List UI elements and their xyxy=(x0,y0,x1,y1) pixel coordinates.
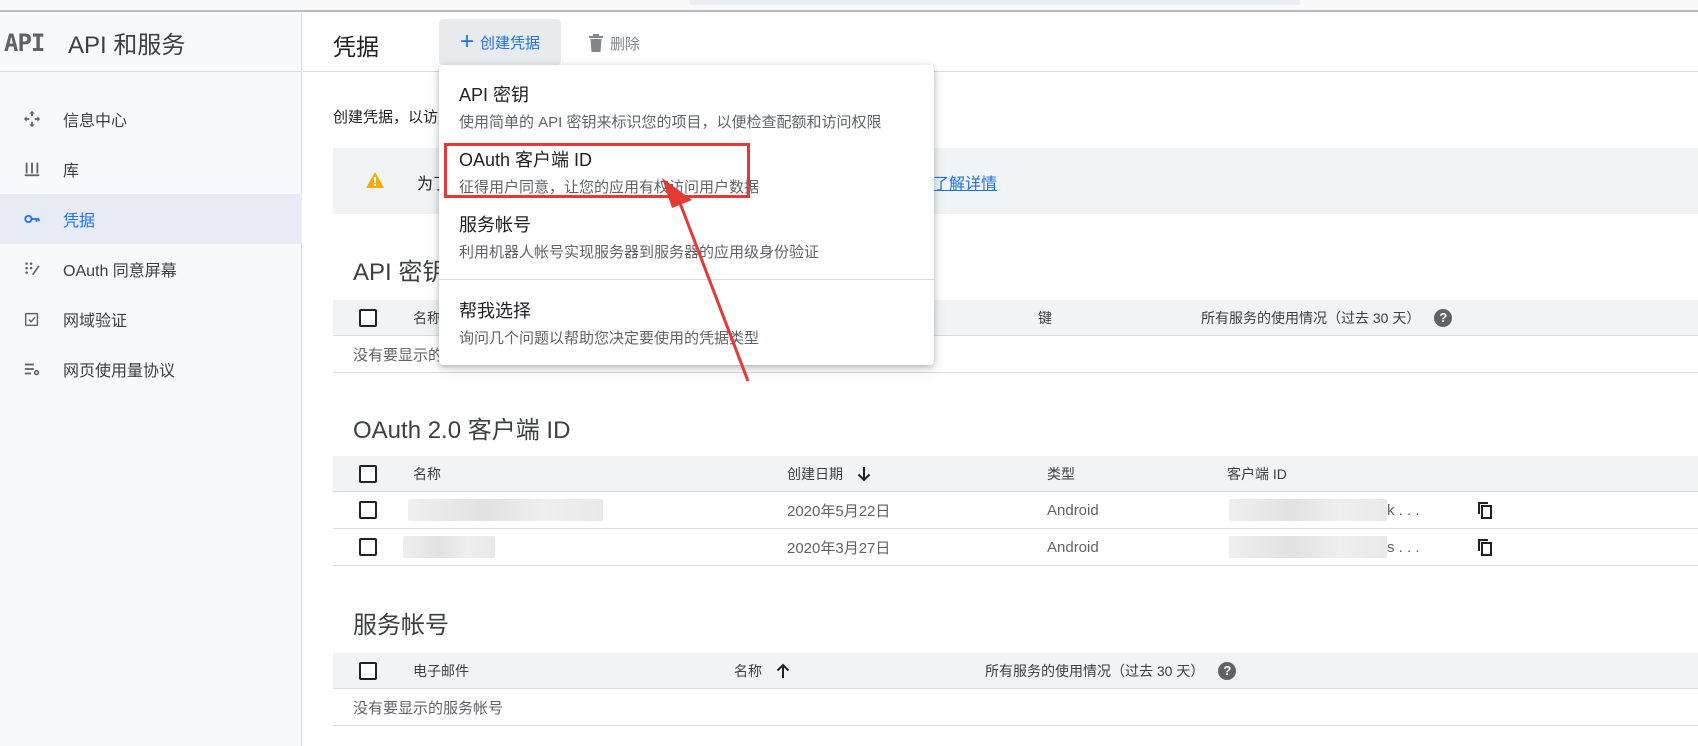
oauth-table-header: 名称 创建日期 类型 客户端 ID xyxy=(333,456,1698,492)
sidebar-brand: API API 和服务 xyxy=(0,14,302,72)
table-row[interactable]: 2020年3月27日 Android s . . . xyxy=(333,529,1698,566)
service-accounts-section-title: 服务帐号 xyxy=(353,612,449,639)
column-type: 类型 xyxy=(1047,465,1075,482)
key-icon xyxy=(0,210,63,228)
sidebar-item-label: 网页使用量协议 xyxy=(63,363,176,380)
sidebar-item-oauth-consent[interactable]: OAuth 同意屏幕 xyxy=(0,244,302,294)
column-usage: 所有服务的使用情况（过去 30 天） xyxy=(985,662,1205,679)
plus-icon: + xyxy=(459,28,474,55)
arrow-up-icon xyxy=(776,663,790,678)
column-name[interactable]: 名称 xyxy=(413,300,441,335)
copy-icon[interactable] xyxy=(1475,492,1495,528)
created-date: 2020年3月27日 xyxy=(787,539,891,557)
trash-icon xyxy=(589,34,603,52)
api-logo: API xyxy=(4,28,45,57)
browser-top-strip xyxy=(0,0,1698,12)
sidebar-item-dashboard[interactable]: 信息中心 xyxy=(0,94,302,144)
help-icon[interactable]: ? xyxy=(1434,308,1453,327)
table-row[interactable]: 2020年5月22日 Android k . . . xyxy=(333,492,1698,529)
column-name: 名称 xyxy=(413,465,441,482)
row-checkbox[interactable] xyxy=(359,501,377,519)
column-created-date[interactable]: 创建日期 xyxy=(787,456,873,491)
product-title: API 和服务 xyxy=(68,32,186,59)
intro-text: 创建凭据，以访 xyxy=(333,109,438,126)
api-keys-section-title: API 密钥 xyxy=(353,259,447,286)
oauth-section-title: OAuth 2.0 客户端 ID xyxy=(353,417,571,444)
sidebar-item-label: 信息中心 xyxy=(63,113,128,130)
redacted-client-id xyxy=(1229,499,1387,521)
page-title: 凭据 xyxy=(333,34,379,60)
library-icon xyxy=(0,160,63,178)
warning-icon xyxy=(366,172,384,188)
list-settings-icon xyxy=(0,360,63,378)
sidebar: API API 和服务 信息中心 库 凭据 OAuth 同意屏幕 网域验证 网页… xyxy=(0,14,302,746)
column-key: 键 xyxy=(1038,309,1052,326)
menu-item-title: 帮我选择 xyxy=(459,301,531,321)
menu-item-desc: 利用机器人帐号实现服务器到服务器的应用级身份验证 xyxy=(459,244,820,261)
client-id-suffix: k . . . xyxy=(1387,501,1420,519)
service-accounts-empty-row: 没有要显示的服务帐号 xyxy=(333,689,1698,726)
row-checkbox[interactable] xyxy=(359,538,377,556)
learn-more-link[interactable]: 了解详情 xyxy=(933,170,997,194)
redacted-client-id xyxy=(1229,536,1387,558)
dashboard-icon xyxy=(0,110,63,128)
menu-item-service-account[interactable]: 服务帐号 利用机器人帐号实现服务器到服务器的应用级身份验证 xyxy=(439,199,934,263)
menu-item-desc: 询问几个问题以帮助您决定要使用的凭据类型 xyxy=(459,330,760,347)
client-type: Android xyxy=(1047,538,1099,556)
empty-message: 没有要显示的 xyxy=(353,346,444,364)
top-strip-bar xyxy=(690,0,1300,5)
sidebar-item-library[interactable]: 库 xyxy=(0,144,302,194)
sidebar-item-label: 凭据 xyxy=(63,213,96,230)
column-name-label: 名称 xyxy=(734,662,762,679)
help-icon[interactable]: ? xyxy=(1218,661,1237,680)
highlight-box xyxy=(444,143,750,198)
select-all-checkbox[interactable] xyxy=(359,464,377,483)
consent-dots-icon xyxy=(0,260,63,278)
checkbox-check-icon xyxy=(0,310,63,328)
sidebar-item-domain-verification[interactable]: 网域验证 xyxy=(0,294,302,344)
create-credentials-label: 创建凭据 xyxy=(480,34,541,52)
empty-message: 没有要显示的服务帐号 xyxy=(353,699,504,717)
redacted-name xyxy=(403,536,495,558)
created-date: 2020年5月22日 xyxy=(787,502,891,520)
sidebar-item-label: 网域验证 xyxy=(63,313,128,330)
column-created-date-label: 创建日期 xyxy=(787,465,843,482)
menu-divider xyxy=(439,279,934,280)
column-email: 电子邮件 xyxy=(413,662,469,679)
create-credentials-menu: API 密钥 使用简单的 API 密钥来标识您的项目，以便检查配额和访问权限 O… xyxy=(439,65,934,365)
client-type: Android xyxy=(1047,501,1099,519)
menu-item-desc: 使用简单的 API 密钥来标识您的项目，以便检查配额和访问权限 xyxy=(459,114,882,131)
sidebar-item-page-usage[interactable]: 网页使用量协议 xyxy=(0,344,302,394)
column-client-id: 客户端 ID xyxy=(1227,465,1287,482)
column-name[interactable]: 名称 xyxy=(734,653,792,688)
sidebar-item-label: OAuth 同意屏幕 xyxy=(63,263,177,280)
service-accounts-table-header: 电子邮件 名称 所有服务的使用情况（过去 30 天） ? xyxy=(333,653,1698,689)
sidebar-nav: 信息中心 库 凭据 OAuth 同意屏幕 网域验证 网页使用量协议 xyxy=(0,94,302,394)
redacted-name xyxy=(408,499,603,521)
menu-item-api-key[interactable]: API 密钥 使用简单的 API 密钥来标识您的项目，以便检查配额和访问权限 xyxy=(439,69,934,133)
menu-item-title: API 密钥 xyxy=(459,85,530,105)
client-id-suffix: s . . . xyxy=(1387,538,1420,556)
menu-item-help-me-choose[interactable]: 帮我选择 询问几个问题以帮助您决定要使用的凭据类型 xyxy=(439,285,934,349)
delete-label: 删除 xyxy=(610,35,641,53)
delete-button[interactable]: 删除 xyxy=(588,28,640,58)
select-all-checkbox[interactable] xyxy=(359,661,377,680)
copy-icon[interactable] xyxy=(1475,529,1495,565)
select-all-checkbox[interactable] xyxy=(359,308,377,327)
sidebar-item-label: 库 xyxy=(63,163,80,180)
column-usage: 所有服务的使用情况（过去 30 天） xyxy=(1201,309,1421,326)
create-credentials-button[interactable]: + 创建凭据 xyxy=(439,19,561,65)
sidebar-item-credentials[interactable]: 凭据 xyxy=(0,194,302,244)
arrow-down-icon xyxy=(857,466,871,481)
main-header: 凭据 + 创建凭据 删除 xyxy=(303,14,1698,72)
menu-item-title: 服务帐号 xyxy=(459,215,531,235)
